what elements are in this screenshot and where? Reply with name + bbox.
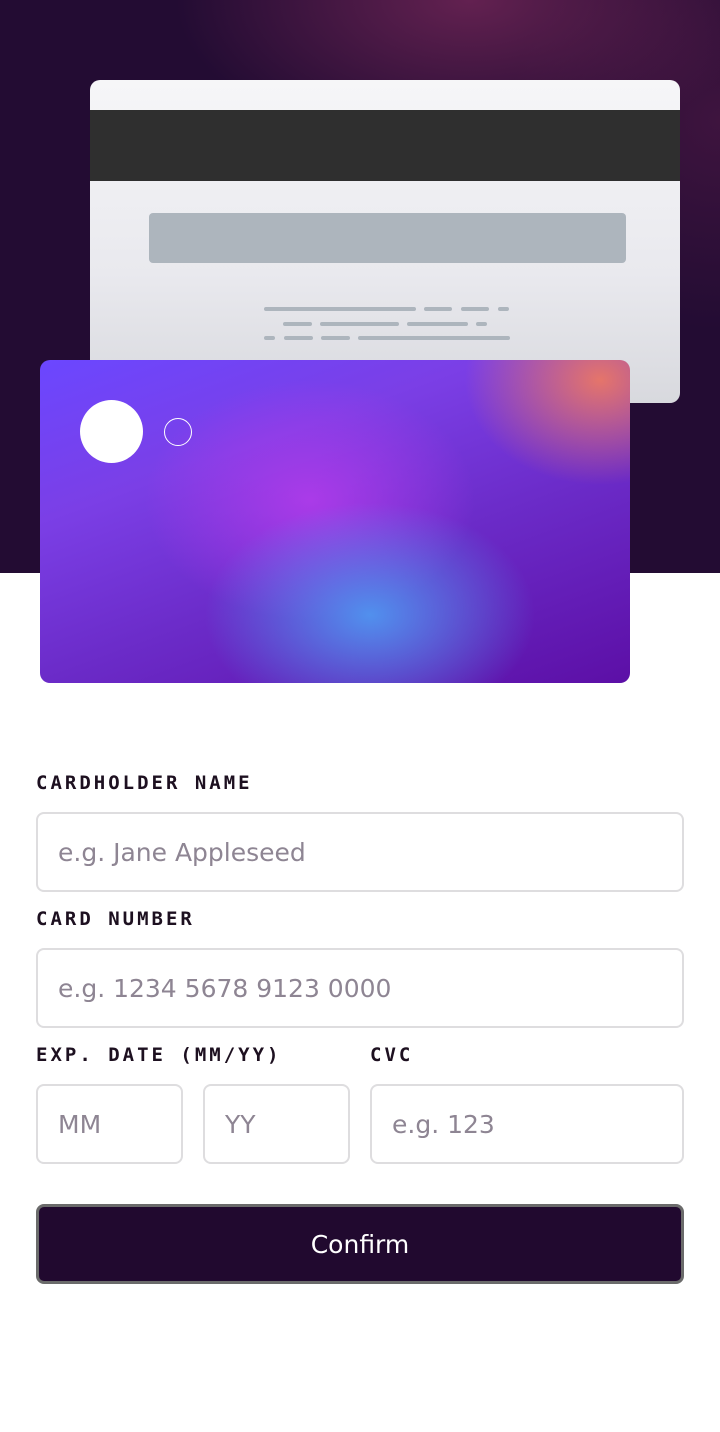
cardholder-name-input[interactable] — [58, 837, 682, 867]
card-front — [40, 360, 630, 683]
cvc-field[interactable] — [370, 1084, 684, 1164]
exp-date-label: EXP. DATE (MM/YY) — [36, 1044, 282, 1066]
signature-strip — [149, 213, 626, 263]
magnetic-stripe — [90, 110, 680, 181]
card-back-text-line — [264, 307, 416, 311]
card-back-text-line — [358, 336, 510, 340]
confirm-button[interactable]: Confirm — [36, 1204, 684, 1284]
card-number-label: CARD NUMBER — [36, 908, 195, 930]
cardholder-name-label: CARDHOLDER NAME — [36, 772, 253, 794]
card-back-text-line — [284, 336, 313, 340]
cvc-label: CVC — [370, 1044, 414, 1066]
exp-month-input[interactable] — [58, 1109, 181, 1139]
card-back-text-line — [321, 336, 350, 340]
exp-year-field[interactable] — [203, 1084, 350, 1164]
card-back-text-line — [320, 322, 399, 326]
exp-year-input[interactable] — [225, 1109, 348, 1139]
cvc-input[interactable] — [392, 1109, 682, 1139]
card-logo-ring — [164, 418, 192, 446]
card-back-text-line — [461, 307, 489, 311]
card-back-text-line — [264, 336, 275, 340]
card-back-text-line — [476, 322, 487, 326]
cardholder-name-field[interactable] — [36, 812, 684, 892]
card-number-field[interactable] — [36, 948, 684, 1028]
card-back — [90, 80, 680, 403]
card-logo-circle — [80, 400, 143, 463]
card-number-input[interactable] — [58, 973, 682, 1003]
card-back-text-line — [498, 307, 509, 311]
card-back-text-line — [283, 322, 312, 326]
card-back-text-line — [407, 322, 468, 326]
exp-month-field[interactable] — [36, 1084, 183, 1164]
card-back-text-line — [424, 307, 452, 311]
